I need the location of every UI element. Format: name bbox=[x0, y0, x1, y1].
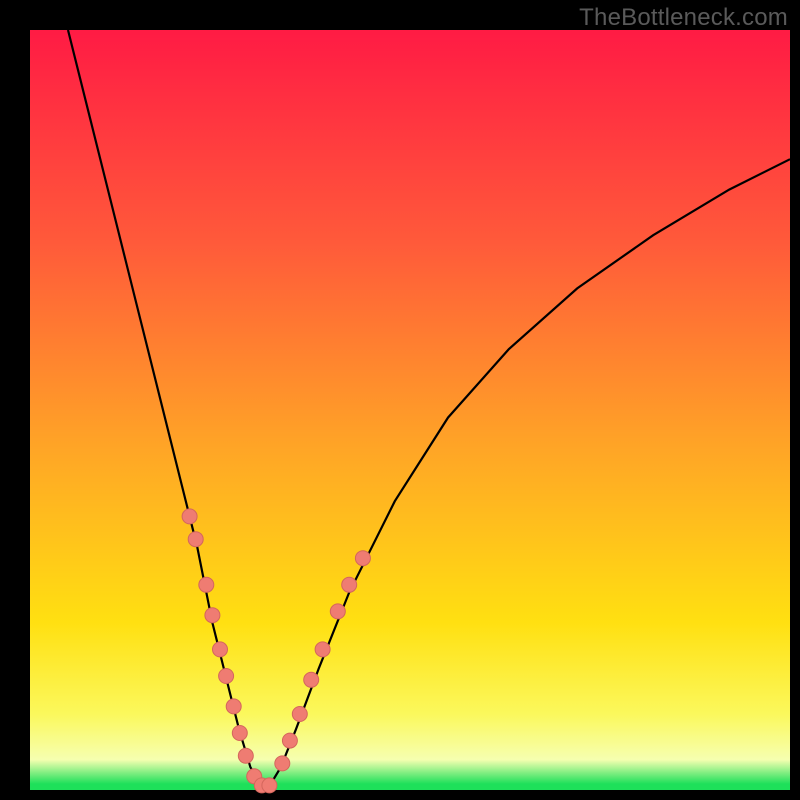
data-point bbox=[205, 608, 220, 623]
chart-frame: TheBottleneck.com bbox=[0, 0, 800, 800]
data-point bbox=[232, 726, 247, 741]
watermark-text: TheBottleneck.com bbox=[579, 4, 788, 32]
data-markers bbox=[182, 509, 370, 793]
data-point bbox=[262, 778, 277, 793]
data-point bbox=[238, 748, 253, 763]
data-point bbox=[213, 642, 228, 657]
data-point bbox=[304, 672, 319, 687]
plot-area bbox=[30, 30, 790, 790]
data-point bbox=[188, 532, 203, 547]
data-point bbox=[342, 577, 357, 592]
data-point bbox=[199, 577, 214, 592]
data-point bbox=[282, 733, 297, 748]
data-point bbox=[275, 756, 290, 771]
data-point bbox=[219, 669, 234, 684]
data-point bbox=[226, 699, 241, 714]
data-point bbox=[315, 642, 330, 657]
data-point bbox=[292, 707, 307, 722]
data-point bbox=[182, 509, 197, 524]
bottleneck-curve bbox=[68, 30, 790, 786]
curve-svg bbox=[30, 30, 790, 790]
data-point bbox=[330, 604, 345, 619]
data-point bbox=[355, 551, 370, 566]
